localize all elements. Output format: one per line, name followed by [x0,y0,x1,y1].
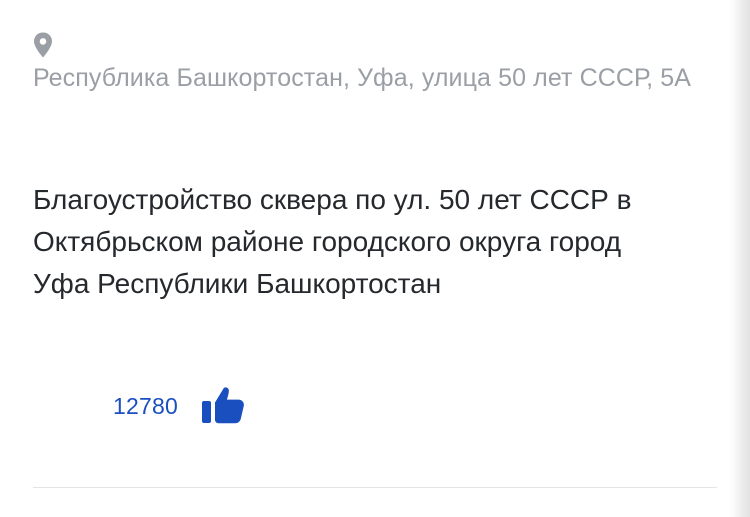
like-button[interactable]: 12780 [113,382,246,430]
project-card[interactable]: Республика Башкортостан, Уфа, улица 50 л… [0,0,728,517]
likes-count: 12780 [113,392,178,419]
project-address: Республика Башкортостан, Уфа, улица 50 л… [33,64,691,92]
edge-shadow [728,0,750,517]
map-pin-icon [33,32,53,58]
thumbs-up-icon[interactable] [201,384,246,428]
project-title: Благоустройство сквера по ул. 50 лет ССС… [33,184,632,299]
divider [33,487,717,488]
